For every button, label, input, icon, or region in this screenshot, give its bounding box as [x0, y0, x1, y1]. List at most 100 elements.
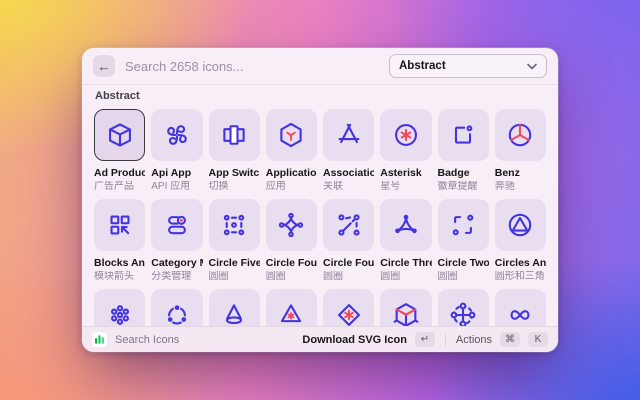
a-frame-triangle-icon [335, 121, 363, 149]
icon-name-cn: 星号 [380, 181, 431, 193]
seven-dots-icon [106, 301, 134, 329]
icon-cell-circles-and-triangles[interactable]: Circles And... 圆形和三角 [495, 199, 546, 283]
square-dot-badge-icon [449, 121, 477, 149]
actions-button[interactable]: Actions [456, 334, 492, 346]
icon-tile[interactable] [380, 199, 431, 251]
icon-tile[interactable] [209, 199, 260, 251]
icon-cell-benz[interactable]: Benz 奔驰 [495, 109, 546, 193]
icon-name: Circle Five L... [209, 257, 260, 270]
icon-name: Category M... [151, 257, 202, 270]
icon-tile[interactable] [438, 109, 489, 161]
concave-star-four-dots-icon [277, 211, 305, 239]
icon-tile[interactable] [380, 109, 431, 161]
section-label: Abstract [95, 90, 546, 102]
four-circles-diagonal-icon [335, 211, 363, 239]
icon-tile[interactable] [266, 109, 317, 161]
icon-name-cn: 关联 [323, 181, 374, 193]
triangle-red-asterisk-icon [277, 301, 305, 329]
curved-pinwheel-icon [163, 121, 191, 149]
icon-grid: Ad Product 广告产品 Api App API 应用 [94, 109, 546, 341]
icon-name: Circle Two L... [438, 257, 489, 270]
footer-divider [445, 334, 446, 346]
icon-name-cn: 应用 [266, 181, 317, 193]
cross-dots-dashed-ring-icon [449, 301, 477, 329]
icon-tile[interactable] [495, 109, 546, 161]
cmd-key-badge: ⌘ [500, 332, 520, 347]
icon-cell-category-management[interactable]: Category M... 分类管理 [151, 199, 202, 283]
icon-cell-api-app[interactable]: Api App API 应用 [151, 109, 202, 193]
icon-cell-circle-three[interactable]: Circle Three 圆圈 [380, 199, 431, 283]
cube-red-top-icon [392, 301, 420, 329]
icon-tile-selected[interactable] [94, 109, 145, 161]
icon-name: App Switch [209, 167, 260, 180]
diamond-red-asterisk-icon [335, 301, 363, 329]
infinity-icon [506, 301, 534, 329]
icon-tile[interactable] [495, 199, 546, 251]
icon-name-cn: 圆形和三角 [495, 271, 546, 283]
icon-cell-circle-four[interactable]: Circle Four 圆圈 [266, 199, 317, 283]
icon-name-cn: 圆圈 [266, 271, 317, 283]
icon-cell-circle-four-line[interactable]: Circle Four... 圆圈 [323, 199, 374, 283]
icon-name-cn: 模块箭头 [94, 271, 145, 283]
icon-tile[interactable] [323, 109, 374, 161]
icon-cell-circle-five-line[interactable]: Circle Five L... 圆圈 [209, 199, 260, 283]
icon-name: Circle Four [266, 257, 317, 270]
back-arrow-icon: ← [98, 59, 111, 74]
icon-name: Api App [151, 167, 202, 180]
icon-cell-asterisk[interactable]: Asterisk 星号 [380, 109, 431, 193]
icon-name-cn: 切换 [209, 181, 260, 193]
footer-bar: Search Icons Download SVG Icon ↵ Actions… [82, 326, 558, 352]
back-button[interactable]: ← [93, 55, 115, 77]
icon-name: Circle Four... [323, 257, 374, 270]
icon-cell-badge[interactable]: Badge 徽章提醒 [438, 109, 489, 193]
icon-name: Ad Product [94, 167, 145, 180]
icon-tile[interactable] [438, 199, 489, 251]
icon-tile[interactable] [323, 199, 374, 251]
icon-name: Asterisk [380, 167, 431, 180]
pills-dot-icon [163, 211, 191, 239]
footer-app-name: Search Icons [115, 334, 294, 346]
circle-with-triangle-icon [506, 211, 534, 239]
five-circles-dashes-icon [220, 211, 248, 239]
enter-key-badge: ↵ [415, 332, 435, 347]
window-header: ← Search 2658 icons... Abstract [82, 48, 558, 85]
hexagon-y-icon [277, 121, 305, 149]
icon-name: Badge [438, 167, 489, 180]
icon-tile[interactable] [151, 199, 202, 251]
icon-name: Blocks And... [94, 257, 145, 270]
blocks-arrow-icon [106, 211, 134, 239]
chevron-down-icon [527, 63, 537, 70]
three-spoke-circle-icon [506, 121, 534, 149]
results-area: Abstract Ad Product 广告产品 [82, 85, 558, 341]
icon-name-cn: 分类管理 [151, 271, 202, 283]
icon-cell-app-switch[interactable]: App Switch 切换 [209, 109, 260, 193]
icon-search-window: ← Search 2658 icons... Abstract Abstract… [82, 48, 558, 352]
icon-tile[interactable] [151, 109, 202, 161]
icon-name: Application... [266, 167, 317, 180]
category-dropdown[interactable]: Abstract [389, 54, 547, 78]
icon-tile[interactable] [209, 109, 260, 161]
icon-name-cn: 圆圈 [323, 271, 374, 283]
k-key-badge: K [528, 332, 548, 347]
download-svg-button[interactable]: Download SVG Icon [302, 334, 407, 346]
ring-three-nodes-icon [163, 301, 191, 329]
icon-name-cn: 广告产品 [94, 181, 145, 193]
icon-cell-association[interactable]: Association 关联 [323, 109, 374, 193]
icon-cell-application[interactable]: Application... 应用 [266, 109, 317, 193]
panels-carousel-icon [220, 121, 248, 149]
app-logo-icon [92, 332, 107, 347]
icon-cell-blocks-and-arrows[interactable]: Blocks And... 模块箭头 [94, 199, 145, 283]
category-dropdown-value: Abstract [399, 60, 446, 72]
icon-name: Benz [495, 167, 546, 180]
icon-name-cn: 徽章提醒 [438, 181, 489, 193]
3d-box-icon [106, 121, 134, 149]
icon-tile[interactable] [94, 199, 145, 251]
icon-tile[interactable] [266, 199, 317, 251]
search-input[interactable]: Search 2658 icons... [125, 59, 379, 74]
cone-icon [220, 301, 248, 329]
two-circles-brackets-icon [449, 211, 477, 239]
icon-cell-circle-two-line[interactable]: Circle Two L... 圆圈 [438, 199, 489, 283]
icon-cell-ad-product[interactable]: Ad Product 广告产品 [94, 109, 145, 193]
three-circles-curved-triangle-icon [392, 211, 420, 239]
icon-name-cn: 圆圈 [380, 271, 431, 283]
